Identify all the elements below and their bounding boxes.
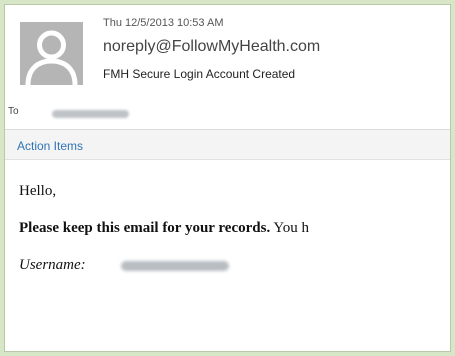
action-bar: Action Items bbox=[5, 130, 450, 160]
greeting-text: Hello, bbox=[19, 183, 57, 199]
records-notice-rest: You h bbox=[270, 220, 309, 236]
records-notice-bold: Please keep this email for your records. bbox=[19, 220, 271, 236]
username-value-redacted bbox=[121, 261, 229, 271]
username-row: Username: bbox=[19, 257, 229, 274]
records-paragraph: Please keep this email for your records.… bbox=[19, 220, 309, 237]
email-date: Thu 12/5/2013 10:53 AM bbox=[103, 17, 224, 29]
sender-avatar-icon bbox=[20, 22, 83, 85]
sender-address[interactable]: noreply@FollowMyHealth.com bbox=[103, 38, 320, 56]
recipient-name-redacted bbox=[52, 110, 129, 118]
action-items-link[interactable]: Action Items bbox=[17, 139, 83, 153]
email-window: Thu 12/5/2013 10:53 AM noreply@FollowMyH… bbox=[4, 4, 451, 352]
to-label: To bbox=[8, 106, 19, 117]
email-subject: FMH Secure Login Account Created bbox=[103, 67, 296, 81]
username-label: Username: bbox=[19, 257, 86, 273]
